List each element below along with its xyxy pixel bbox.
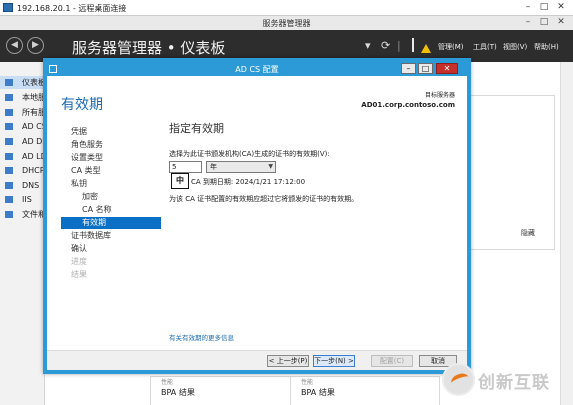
- dialog-footer: < 上一步(P) 下一步(N) > 配置(C) 取消: [47, 350, 467, 370]
- sm-close-icon[interactable]: ✕: [555, 17, 567, 28]
- sidebar-item-dashboard[interactable]: 仪表板: [0, 76, 45, 89]
- sidebar-item-file-services[interactable]: 文件和: [0, 208, 45, 221]
- role-icon: [5, 182, 13, 189]
- dialog-title-bar[interactable]: AD CS 配置 – □ ✕: [47, 62, 467, 76]
- configure-button: 配置(C): [371, 355, 413, 367]
- forward-button[interactable]: ▶: [27, 37, 44, 54]
- breadcrumb: 服务器管理器 • 仪表板: [72, 39, 226, 57]
- dialog-close-icon[interactable]: ✕: [436, 63, 458, 74]
- menu-tools[interactable]: 工具(T): [473, 42, 497, 52]
- step-role-services[interactable]: 角色服务: [61, 139, 161, 151]
- validity-unit-select[interactable]: 年 ▼: [206, 161, 276, 173]
- sm-maximize-icon[interactable]: □: [538, 17, 550, 28]
- step-ca-name[interactable]: CA 名称: [61, 204, 161, 216]
- role-icon: [5, 123, 13, 130]
- validity-note: 为该 CA 证书配置的有效期应超过它将颁发的证书的有效期。: [169, 195, 359, 203]
- dashboard-icon: [5, 79, 13, 86]
- notifications-flag-icon[interactable]: [412, 38, 414, 52]
- dialog-minimize-icon[interactable]: –: [401, 63, 416, 74]
- step-validity-period[interactable]: 有效期: [61, 217, 161, 229]
- rdp-window-title: 192.168.20.1 - 远程桌面连接: [17, 4, 127, 13]
- sidebar-item-ad-ds[interactable]: AD DS: [0, 135, 45, 148]
- previous-button[interactable]: < 上一步(P): [267, 355, 309, 367]
- step-credentials[interactable]: 凭据: [61, 126, 161, 138]
- step-certificate-database[interactable]: 证书数据库: [61, 230, 161, 242]
- role-icon: [5, 211, 13, 218]
- menu-view[interactable]: 视图(V): [503, 42, 527, 52]
- menu-manage[interactable]: 管理(M): [438, 42, 464, 52]
- more-info-link[interactable]: 有关有效期的更多信息: [169, 332, 234, 342]
- watermark-text: 创新互联: [478, 373, 550, 393]
- server-manager-title-bar: 服务器管理器 – □ ✕: [0, 16, 573, 30]
- server-icon: [5, 94, 13, 101]
- bpa-results-label[interactable]: BPA 结果: [301, 387, 335, 398]
- sidebar-item-dns[interactable]: DNS: [0, 179, 45, 192]
- servers-icon: [5, 109, 13, 116]
- destination-server-name: AD01.corp.contoso.com: [361, 101, 455, 109]
- maximize-icon[interactable]: □: [538, 2, 550, 13]
- watermark-logo: 创新互联: [440, 358, 573, 405]
- back-button[interactable]: ◀: [6, 37, 23, 54]
- sidebar-item-ad-cs[interactable]: AD CS: [0, 120, 45, 133]
- bpa-tile-top-label: 性能: [161, 379, 174, 386]
- validity-prompt: 选择为此证书颁发机构(CA)生成的证书的有效期(V):: [169, 150, 330, 158]
- separator-icon: |: [397, 39, 401, 52]
- pane-heading: 指定有效期: [169, 122, 224, 135]
- bpa-tile: 性能 BPA 结果: [150, 376, 300, 405]
- server-manager-sidebar: 仪表板 本地服 所有服 AD CS AD DS AD LD DHCP DNS I…: [0, 62, 45, 405]
- close-icon[interactable]: ✕: [555, 2, 567, 13]
- warning-icon: [421, 44, 431, 53]
- dialog-maximize-icon[interactable]: □: [418, 63, 433, 74]
- dialog-body: 有效期 目标服务器 AD01.corp.contoso.com 凭据 角色服务 …: [47, 76, 467, 350]
- sidebar-item-local-server[interactable]: 本地服: [0, 91, 45, 104]
- remote-desktop-icon: [3, 3, 13, 12]
- server-manager-window-title: 服务器管理器: [262, 19, 311, 28]
- role-icon: [5, 196, 13, 203]
- ime-indicator: 中: [171, 173, 189, 189]
- bpa-tile: 性能 BPA 结果: [290, 376, 440, 405]
- sidebar-item-iis[interactable]: IIS: [0, 193, 45, 206]
- dashboard-tile: [466, 95, 555, 250]
- ca-expiry-date: CA 到期日期: 2024/1/21 17:12:00: [191, 178, 306, 186]
- validity-period-input[interactable]: 5: [169, 161, 202, 173]
- role-icon: [5, 153, 13, 160]
- role-icon: [5, 167, 13, 174]
- bpa-results-label[interactable]: BPA 结果: [161, 387, 195, 398]
- chevron-down-icon[interactable]: ▾: [365, 39, 371, 52]
- destination-server-label: 目标服务器: [424, 92, 455, 99]
- validity-unit-value: 年: [210, 163, 217, 171]
- rdp-title-bar: 192.168.20.1 - 远程桌面连接 – □ ✕: [0, 0, 573, 16]
- step-ca-type[interactable]: CA 类型: [61, 165, 161, 177]
- chevron-down-icon: ▼: [268, 163, 273, 170]
- step-cryptography[interactable]: 加密: [61, 191, 161, 203]
- sm-minimize-icon[interactable]: –: [522, 17, 534, 28]
- step-progress: 进度: [71, 257, 87, 266]
- role-icon: [5, 138, 13, 145]
- step-results: 结果: [71, 270, 87, 279]
- ad-cs-configuration-dialog: AD CS 配置 – □ ✕ 有效期 目标服务器 AD01.corp.conto…: [43, 58, 471, 374]
- step-private-key[interactable]: 私钥: [61, 178, 161, 190]
- sidebar-item-dhcp[interactable]: DHCP: [0, 164, 45, 177]
- hide-link[interactable]: 隐藏: [521, 228, 535, 238]
- page-title: 有效期: [61, 97, 103, 113]
- logo-icon: [442, 363, 475, 396]
- bpa-tile-top-label: 性能: [301, 379, 314, 386]
- minimize-icon[interactable]: –: [522, 2, 534, 13]
- menu-help[interactable]: 帮助(H): [534, 42, 559, 52]
- sidebar-item-ad-lds[interactable]: AD LD: [0, 150, 45, 163]
- refresh-icon[interactable]: ⟳: [381, 39, 390, 52]
- sidebar-item-all-servers[interactable]: 所有服: [0, 106, 45, 119]
- vertical-scrollbar[interactable]: [560, 62, 573, 405]
- next-button[interactable]: 下一步(N) >: [313, 355, 355, 367]
- step-setup-type[interactable]: 设置类型: [61, 152, 161, 164]
- step-confirmation[interactable]: 确认: [61, 243, 161, 255]
